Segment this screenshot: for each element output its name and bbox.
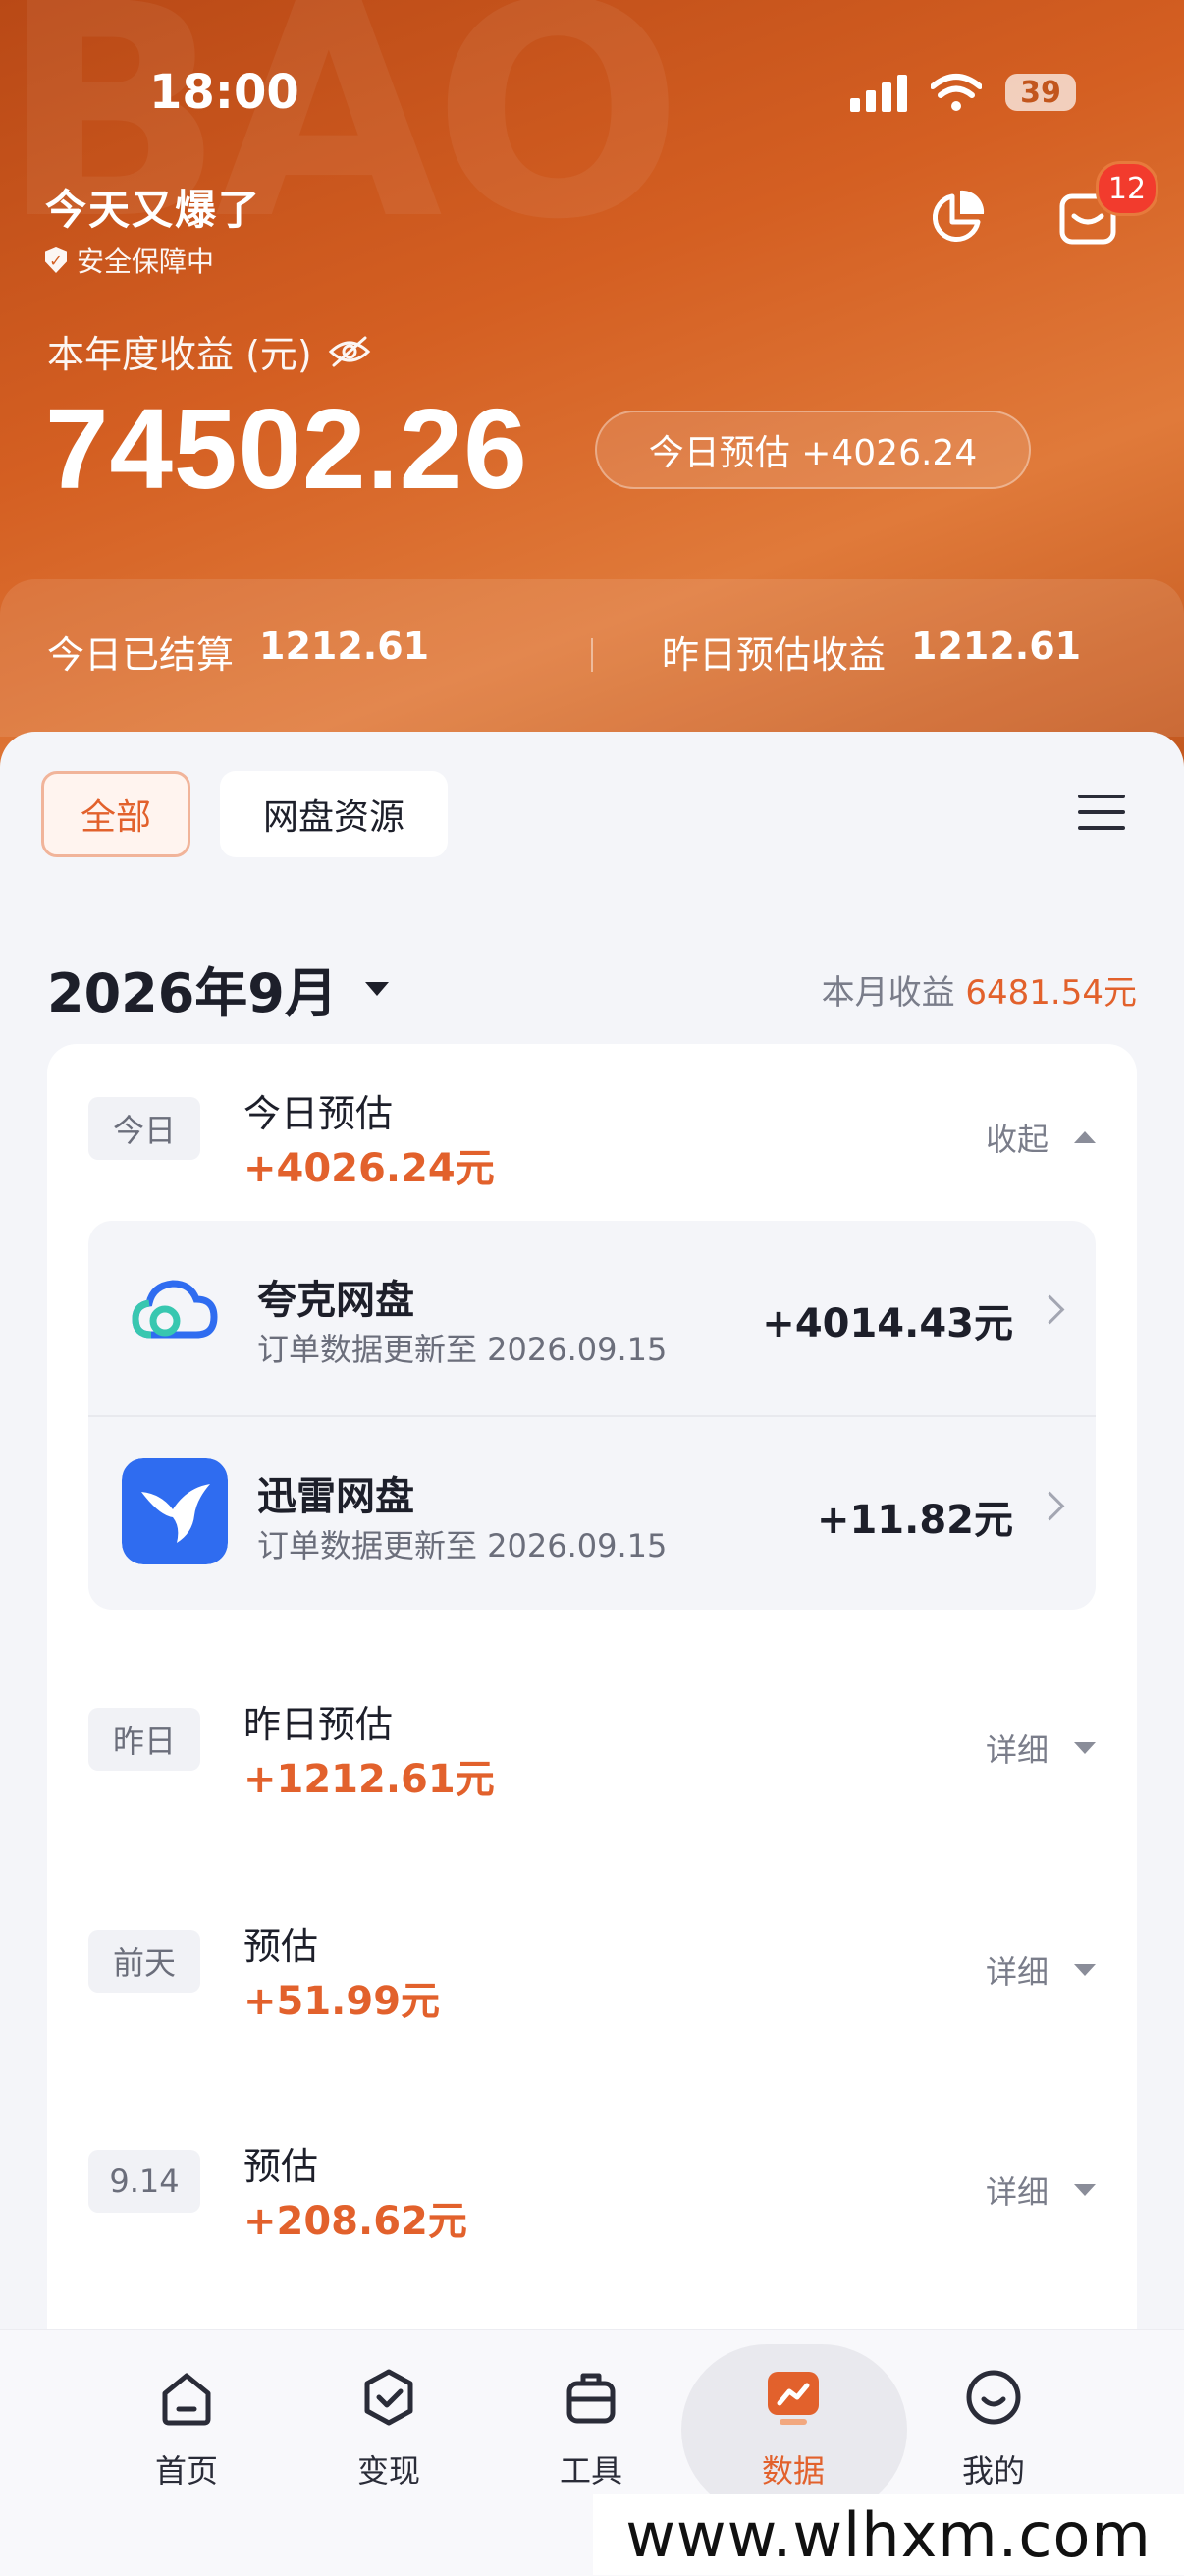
shield-icon: ✓ bbox=[45, 247, 67, 273]
triangle-down-icon bbox=[1074, 1964, 1096, 1976]
menu-icon[interactable] bbox=[1078, 795, 1125, 842]
collapse-button[interactable]: 收起 bbox=[986, 1115, 1096, 1160]
eye-hidden-icon[interactable] bbox=[328, 336, 371, 367]
month-income-label: 本月收益 bbox=[821, 973, 955, 1013]
month-income-value: 6481.54元 bbox=[965, 973, 1137, 1013]
detail-label: 详细 bbox=[985, 1731, 1049, 1769]
tab-label: 首页 bbox=[154, 2452, 218, 2490]
tab-mine[interactable]: 我的 bbox=[915, 2366, 1072, 2492]
day-tag: 今日 bbox=[88, 1097, 200, 1160]
detail-label: 详细 bbox=[985, 2173, 1049, 2211]
main-content: 全部 网盘资源 2026年9月 本月收益 6481.54元 今日 今日预估 +4… bbox=[0, 732, 1184, 2576]
day-title: 预估 bbox=[243, 1925, 319, 1968]
toolbox-icon bbox=[566, 2373, 616, 2424]
tab-home[interactable]: 首页 bbox=[108, 2366, 265, 2492]
battery-indicator: 39 bbox=[1005, 74, 1076, 111]
today-estimate-pill[interactable]: 今日预估 +4026.24 bbox=[595, 411, 1031, 489]
item-amount: +11.82元 bbox=[816, 1498, 1013, 1543]
yesterday-estimate-value: 1212.61 bbox=[911, 625, 1082, 668]
security-text: 安全保障中 bbox=[77, 246, 215, 278]
item-amount: +4014.43元 bbox=[762, 1301, 1013, 1346]
tab-monetize[interactable]: 变现 bbox=[310, 2366, 467, 2492]
year-income-label: 本年度收益 (元) bbox=[47, 324, 371, 378]
day-amount: +51.99元 bbox=[243, 1979, 441, 2024]
site-watermark: www.wlhxm.com bbox=[593, 2494, 1184, 2575]
tab-tools[interactable]: 工具 bbox=[512, 2366, 670, 2492]
day-row-yesterday: 昨日 昨日预估 +1212.61元 详细 bbox=[88, 1694, 1096, 1822]
wifi-icon bbox=[931, 74, 982, 111]
divider bbox=[591, 638, 593, 672]
tab-data[interactable]: 数据 bbox=[715, 2366, 872, 2492]
day-title: 今日预估 bbox=[243, 1092, 394, 1135]
month-label: 2026年9月 bbox=[47, 962, 338, 1024]
item-desc: 订单数据更新至 2026.09.15 bbox=[257, 1527, 668, 1564]
settlement-bar: 今日已结算 1212.61 昨日预估收益 1212.61 bbox=[0, 579, 1184, 737]
tab-label: 数据 bbox=[761, 2452, 825, 2490]
today-settled: 今日已结算 1212.61 bbox=[47, 625, 429, 679]
chevron-right-icon bbox=[1035, 1294, 1065, 1325]
day-title: 昨日预估 bbox=[243, 1703, 394, 1746]
triangle-down-icon bbox=[1074, 1742, 1096, 1754]
item-name: 迅雷网盘 bbox=[257, 1474, 414, 1519]
header-hero: BAO 18:00 39 今天又爆了 ✓ 安全保障中 12 本年度收益 (元) bbox=[0, 0, 1184, 776]
today-settled-value: 1212.61 bbox=[259, 625, 430, 668]
day-amount: +1212.61元 bbox=[243, 1757, 495, 1802]
caret-down-icon bbox=[364, 981, 389, 996]
security-status: ✓ 安全保障中 bbox=[45, 241, 261, 280]
signal-icon bbox=[850, 73, 907, 112]
detail-button[interactable]: 详细 bbox=[986, 1947, 1096, 1993]
year-income-value: 74502.26 bbox=[45, 385, 528, 513]
home-icon bbox=[162, 2373, 211, 2426]
list-item-quark[interactable]: 夸克网盘 订单数据更新至 2026.09.15 +4014.43元 bbox=[88, 1221, 1096, 1413]
triangle-up-icon bbox=[1074, 1131, 1096, 1143]
day-tag: 9.14 bbox=[88, 2150, 200, 2213]
chart-icon bbox=[768, 2372, 819, 2425]
list-item-xunlei[interactable]: 迅雷网盘 订单数据更新至 2026.09.15 +11.82元 bbox=[88, 1415, 1096, 1610]
year-income-label-text: 本年度收益 (元) bbox=[47, 333, 312, 376]
filter-netdisk-button[interactable]: 网盘资源 bbox=[220, 771, 448, 857]
detail-button[interactable]: 详细 bbox=[986, 1726, 1096, 1771]
pie-chart-icon[interactable] bbox=[925, 187, 988, 249]
tab-label: 工具 bbox=[559, 2452, 622, 2490]
month-selector[interactable]: 2026年9月 bbox=[47, 950, 389, 1027]
hexagon-check-icon bbox=[364, 2369, 413, 2426]
triangle-down-icon bbox=[1074, 2184, 1096, 2196]
item-name: 夸克网盘 bbox=[257, 1278, 414, 1323]
day-row-day-before: 前天 预估 +51.99元 详细 bbox=[88, 1916, 1096, 2044]
quark-cloud-icon bbox=[122, 1262, 228, 1368]
day-tag: 昨日 bbox=[88, 1708, 200, 1771]
yesterday-estimate-label: 昨日预估收益 bbox=[662, 633, 887, 677]
status-time: 18:00 bbox=[149, 65, 299, 120]
collapse-label: 收起 bbox=[985, 1121, 1049, 1158]
day-amount: +4026.24元 bbox=[243, 1146, 495, 1191]
day-row-0914: 9.14 预估 +208.62元 详细 bbox=[88, 2136, 1096, 2264]
detail-button[interactable]: 详细 bbox=[986, 2167, 1096, 2213]
today-settled-label: 今日已结算 bbox=[47, 633, 235, 677]
filter-all-button[interactable]: 全部 bbox=[41, 771, 190, 857]
app-title: 今天又爆了 bbox=[45, 186, 262, 234]
month-income: 本月收益 6481.54元 bbox=[822, 965, 1137, 1014]
today-breakdown: 夸克网盘 订单数据更新至 2026.09.15 +4014.43元 迅雷网盘 订… bbox=[88, 1221, 1096, 1610]
xunlei-bird-icon bbox=[122, 1458, 228, 1564]
tab-label: 变现 bbox=[356, 2452, 420, 2490]
day-row-today: 今日 今日预估 +4026.24元 收起 bbox=[88, 1083, 1096, 1211]
smiley-icon bbox=[966, 2370, 1021, 2425]
detail-label: 详细 bbox=[985, 1953, 1049, 1991]
brand-block: 今天又爆了 ✓ 安全保障中 bbox=[45, 177, 261, 280]
day-amount: +208.62元 bbox=[243, 2199, 467, 2244]
day-title: 预估 bbox=[243, 2145, 319, 2188]
chevron-right-icon bbox=[1035, 1491, 1065, 1521]
tab-label: 我的 bbox=[961, 2452, 1025, 2490]
yesterday-estimate: 昨日预估收益 1212.61 bbox=[662, 625, 1081, 679]
status-indicators: 39 bbox=[850, 73, 1076, 112]
day-tag: 前天 bbox=[88, 1930, 200, 1993]
notification-badge: 12 bbox=[1096, 161, 1158, 216]
item-desc: 订单数据更新至 2026.09.15 bbox=[257, 1331, 668, 1368]
